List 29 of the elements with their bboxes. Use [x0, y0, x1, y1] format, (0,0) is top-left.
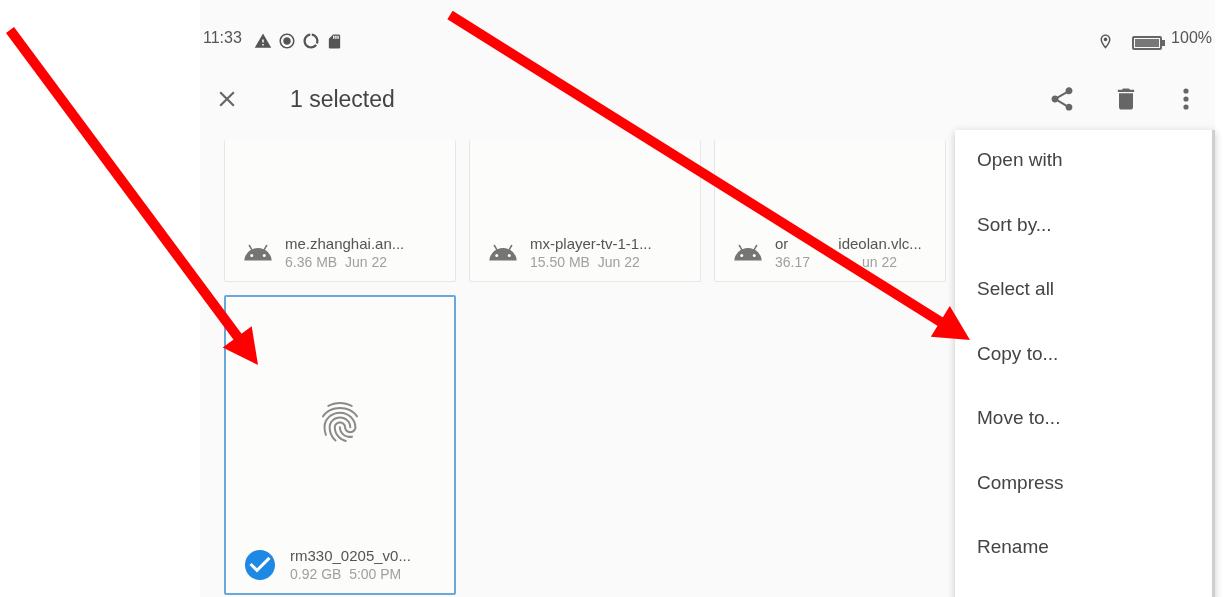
file-name: mx-player-tv-1-1...: [530, 234, 652, 254]
menu-item[interactable]: Open with: [955, 146, 1212, 211]
menu-item[interactable]: Select all: [955, 275, 1212, 340]
file-name: rm330_0205_v0...: [290, 546, 411, 566]
menu-item[interactable]: Rename: [955, 533, 1212, 597]
status-time: 11:33: [203, 28, 242, 48]
file-meta: 36.17: [775, 253, 811, 271]
battery-percent: 100%: [1171, 28, 1212, 48]
record-icon: [277, 32, 296, 50]
file-meta: 0.92 GB 5:00 PM: [290, 565, 403, 583]
menu-item[interactable]: Copy to...: [955, 339, 1212, 404]
file-meta: un 22: [862, 253, 898, 271]
file-card[interactable]: rm330_0205_v0... 0.92 GB 5:00 PM: [224, 295, 456, 595]
file-meta: 6.36 MB Jun 22: [285, 253, 388, 271]
file-name: me.zhanghai.an...: [285, 234, 405, 254]
file-card[interactable]: or ideolan.vlc... 36.17 un 22: [714, 140, 946, 282]
file-name: ideolan.vlc...: [838, 234, 922, 254]
battery-icon: [1132, 36, 1166, 50]
warning-icon: [253, 32, 272, 50]
selection-title: 1 selected: [290, 84, 395, 114]
file-card[interactable]: mx-player-tv-1-1... 15.50 MB Jun 22: [469, 140, 701, 282]
menu-item[interactable]: Sort by...: [955, 210, 1212, 275]
data-icon: [301, 32, 320, 50]
menu-item[interactable]: Compress: [955, 468, 1212, 533]
file-card[interactable]: me.zhanghai.an... 6.36 MB Jun 22: [224, 140, 456, 282]
menu-item[interactable]: Move to...: [955, 404, 1212, 469]
more-icon: [1183, 88, 1189, 110]
file-meta: 15.50 MB Jun 22: [530, 253, 641, 271]
file-name: or: [775, 234, 789, 254]
